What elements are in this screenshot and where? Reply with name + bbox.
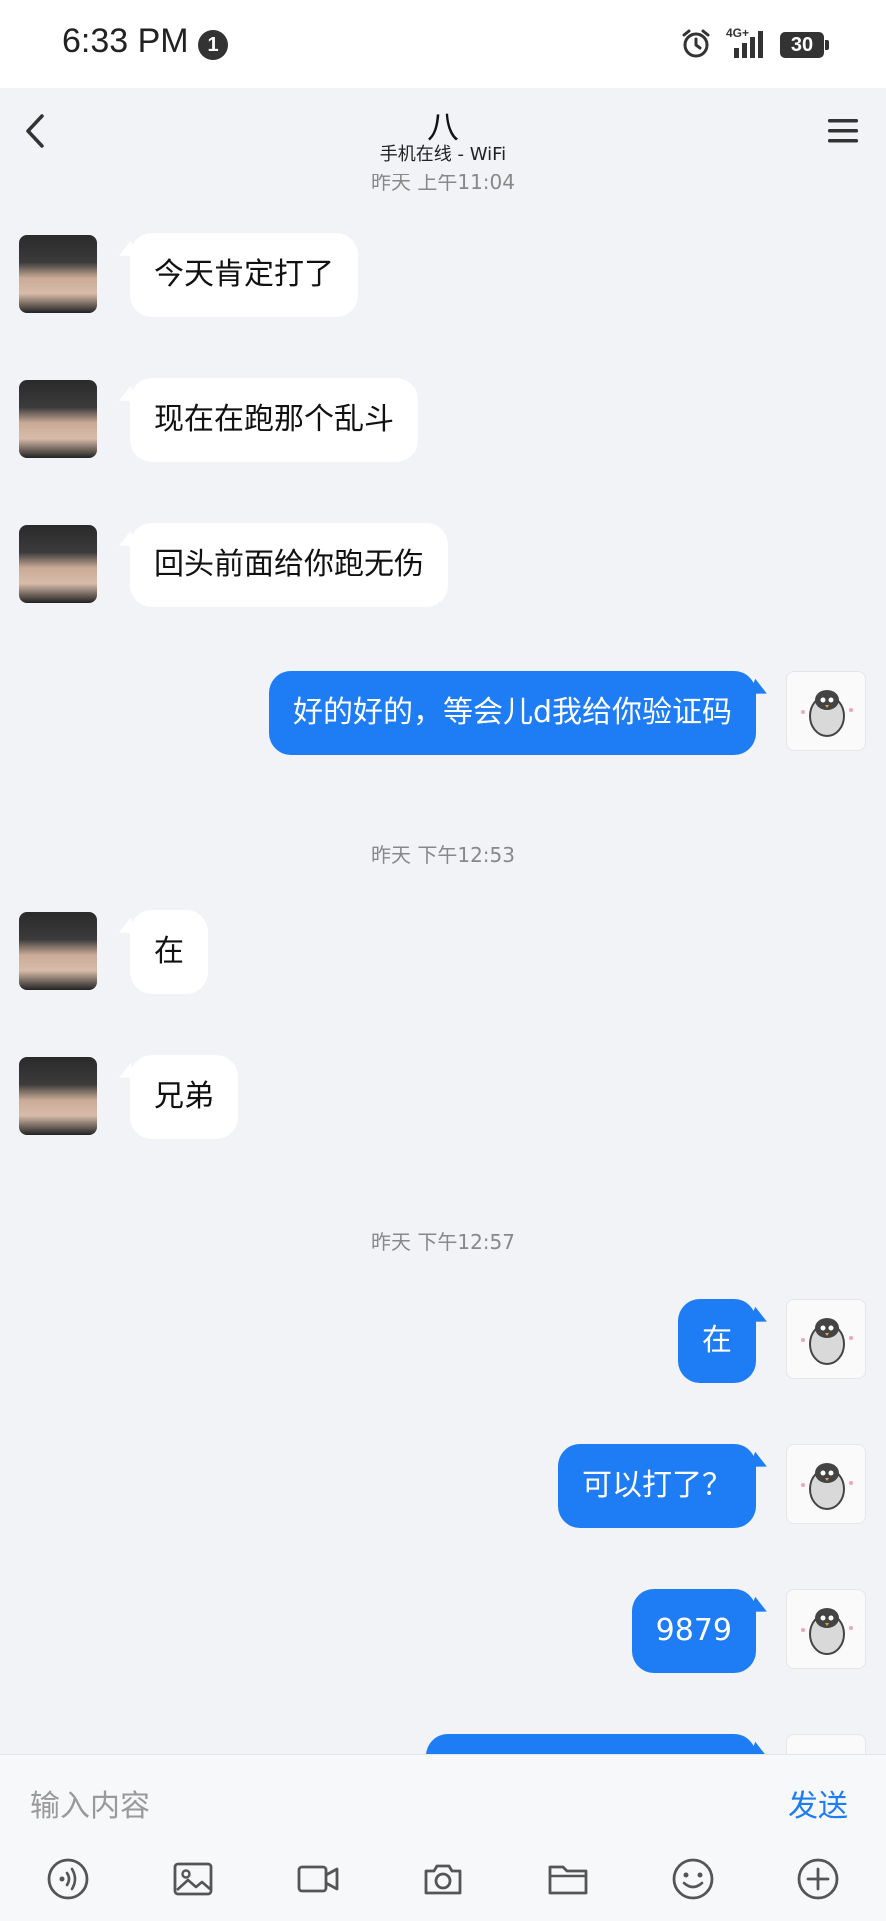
input-bar: 输入内容 发送 <box>0 1754 886 1921</box>
chat-header: 八 手机在线 - WiFi <box>0 88 886 174</box>
message-bubble-outgoing[interactable]: 可以打了？ <box>558 1444 756 1528</box>
message-bubble-outgoing-partial[interactable] <box>426 1734 756 1754</box>
battery-icon: 30 <box>780 32 829 58</box>
message-bubble-incoming[interactable]: 现在在跑那个乱斗 <box>130 378 418 462</box>
signal-icon <box>734 31 763 58</box>
online-status: 手机在线 - WiFi <box>379 144 507 165</box>
contact-avatar[interactable] <box>19 1057 97 1135</box>
emoji-icon[interactable] <box>671 1857 715 1901</box>
message-bubble-incoming[interactable]: 今天肯定打了 <box>130 233 358 317</box>
voice-icon[interactable] <box>46 1857 90 1901</box>
message-input[interactable]: 输入内容 <box>30 1781 150 1825</box>
status-time: 6:33 PM <box>62 22 189 60</box>
timestamp: 昨天 下午12:57 <box>371 1230 515 1254</box>
alarm-icon <box>682 29 710 58</box>
send-button[interactable]: 发送 <box>788 1781 848 1825</box>
message-bubble-outgoing[interactable]: 好的好的，等会儿d我给你验证码 <box>268 671 756 755</box>
penguin-avatar-icon <box>801 1463 853 1510</box>
contact-avatar[interactable] <box>19 235 97 313</box>
message-list[interactable]: 昨天 上午11:04 今天肯定打了 现在在跑那个乱斗 回头前面给你跑无伤 好的好… <box>0 174 886 1754</box>
status-bar: 6:33 PM 1 4G+ 30 <box>0 0 886 88</box>
folder-icon[interactable] <box>546 1857 590 1901</box>
hamburger-menu-icon[interactable] <box>826 116 860 146</box>
video-icon[interactable] <box>296 1857 340 1901</box>
my-avatar[interactable] <box>786 1444 866 1524</box>
message-bubble-incoming[interactable]: 回头前面给你跑无伤 <box>130 523 448 607</box>
contact-avatar[interactable] <box>19 912 97 990</box>
message-bubble-incoming[interactable]: 在 <box>130 910 208 994</box>
plus-icon[interactable] <box>796 1857 840 1901</box>
my-avatar[interactable] <box>786 1734 866 1754</box>
message-bubble-outgoing[interactable]: 在 <box>678 1299 756 1383</box>
message-bubble-outgoing[interactable]: 9879 <box>631 1589 756 1673</box>
my-avatar[interactable] <box>786 1589 866 1669</box>
contact-avatar[interactable] <box>19 380 97 458</box>
penguin-avatar-icon <box>801 690 853 737</box>
my-avatar[interactable] <box>786 671 866 751</box>
camera-icon[interactable] <box>421 1857 465 1901</box>
image-icon[interactable] <box>171 1857 215 1901</box>
message-bubble-incoming[interactable]: 兄弟 <box>130 1055 238 1139</box>
penguin-avatar-icon <box>801 1608 853 1655</box>
my-avatar[interactable] <box>786 1299 866 1379</box>
timestamp: 昨天 上午11:04 <box>371 174 515 194</box>
penguin-avatar-icon <box>801 1318 853 1365</box>
contact-avatar[interactable] <box>19 525 97 603</box>
timestamp: 昨天 下午12:53 <box>371 843 515 867</box>
notification-badge: 1 <box>198 30 228 60</box>
